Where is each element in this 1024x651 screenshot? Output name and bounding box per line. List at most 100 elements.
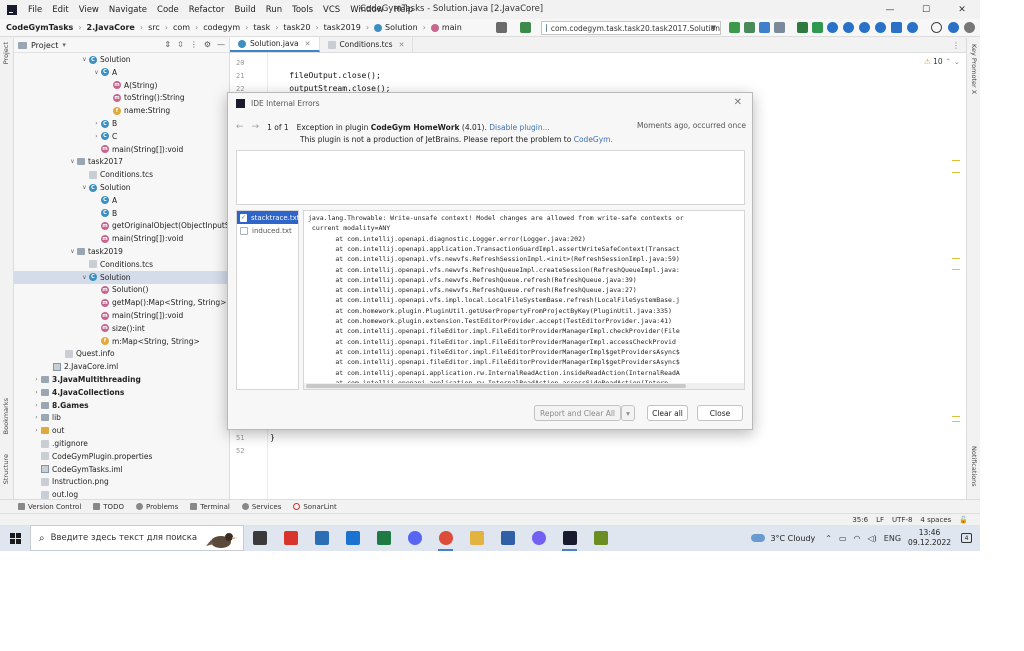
tab-solution-java[interactable]: Solution.java ✕ [230, 37, 320, 52]
taskbar-app[interactable] [523, 525, 554, 551]
tree-item[interactable]: CA [14, 194, 229, 207]
volume-icon[interactable]: ◁) [868, 534, 877, 543]
todo-list-icon[interactable] [797, 22, 808, 33]
stacktrace-view[interactable]: java.lang.Throwable: Write-unsafe contex… [303, 210, 745, 390]
taskbar-app[interactable] [399, 525, 430, 551]
menu-run[interactable]: Run [261, 5, 287, 15]
chevron-down-icon[interactable]: ∨ [92, 69, 101, 76]
chevron-right-icon[interactable]: › [32, 414, 41, 421]
bookmarks-tool-tab[interactable]: Bookmarks [2, 398, 10, 434]
chevron-down-icon[interactable]: ∨ [80, 274, 89, 281]
tree-item[interactable]: Conditions.tcs [14, 258, 229, 271]
chevron-down-icon[interactable]: ∨ [80, 56, 89, 63]
reset-icon[interactable] [907, 22, 918, 33]
gear-icon[interactable]: ⚙ [204, 40, 211, 49]
taskbar-app[interactable] [585, 525, 616, 551]
menu-view[interactable]: View [74, 5, 104, 15]
caret-position[interactable]: 35:6 [852, 516, 868, 524]
tree-item[interactable]: › lib [14, 411, 229, 424]
tree-item[interactable]: m main(String[]):void [14, 232, 229, 245]
nav-arrows-icon[interactable]: ⌃ ⌄ [945, 57, 960, 66]
tree-item[interactable]: m getOriginalObject(ObjectInputS [14, 219, 229, 232]
notification-center-icon[interactable]: 4 [961, 533, 972, 543]
file-encoding[interactable]: UTF-8 [892, 516, 912, 524]
taskbar-app[interactable] [368, 525, 399, 551]
run-configuration-select[interactable]: com.codegym.task.task20.task2017.Solutio… [541, 21, 721, 35]
taskbar-app[interactable] [244, 525, 275, 551]
breadcrumb-solution[interactable]: Solution [374, 23, 418, 32]
chevron-right-icon[interactable]: › [32, 427, 41, 434]
checkbox-icon[interactable] [240, 226, 248, 235]
tree-item[interactable]: ∨ task2017 [14, 155, 229, 168]
error-description-input[interactable] [236, 150, 745, 205]
project-tool-tab[interactable]: Project [2, 42, 10, 64]
tray-overflow-icon[interactable]: ⌃ [825, 534, 832, 543]
breadcrumb-codegym[interactable]: codegym [203, 23, 240, 32]
maximize-button[interactable]: ☐ [908, 0, 944, 19]
breadcrumb-main[interactable]: main [430, 23, 462, 32]
start-button[interactable] [0, 525, 30, 551]
chevron-right-icon[interactable]: › [92, 120, 101, 127]
tool-todo[interactable]: TODO [93, 503, 124, 511]
tool-terminal[interactable]: Terminal [190, 503, 230, 511]
upload-icon[interactable] [891, 22, 902, 33]
line-separator[interactable]: LF [876, 516, 884, 524]
clear-all-button[interactable]: Clear all [647, 405, 688, 421]
run-icon[interactable] [729, 22, 740, 33]
taskbar-app[interactable] [306, 525, 337, 551]
tree-item[interactable]: › C C [14, 130, 229, 143]
settings-icon[interactable] [964, 22, 975, 33]
codegym-report-link[interactable]: CodeGym. [574, 135, 613, 144]
next-error-arrow-icon[interactable]: → [252, 122, 260, 132]
warning-marker[interactable] [952, 160, 960, 161]
tool-version-control[interactable]: Version Control [18, 503, 81, 511]
help-icon[interactable] [875, 22, 886, 33]
menu-vcs[interactable]: VCS [318, 5, 345, 15]
chevron-right-icon[interactable]: › [32, 389, 41, 396]
tree-item[interactable]: 2.JavaCore.iml [14, 360, 229, 373]
tree-item[interactable]: CodeGymTasks.iml [14, 463, 229, 476]
structure-tool-tab[interactable]: Structure [2, 454, 10, 484]
warning-marker[interactable] [952, 269, 960, 270]
close-icon[interactable]: ✕ [305, 40, 311, 48]
tree-item[interactable]: › C B [14, 117, 229, 130]
tree-item[interactable]: m Solution() [14, 283, 229, 296]
checkbox-checked-icon[interactable]: ✓ [240, 213, 248, 222]
network-icon[interactable]: ▭ [839, 534, 847, 543]
report-options-dropdown[interactable]: ▾ [621, 405, 635, 421]
tree-item[interactable]: m toString():String [14, 91, 229, 104]
tree-item[interactable]: CB [14, 207, 229, 220]
tree-item[interactable]: m main(String[]):void [14, 143, 229, 156]
attachment-stacktrace[interactable]: ✓ stacktrace.txt [237, 211, 300, 224]
profile-icon[interactable] [774, 22, 785, 33]
tree-item[interactable]: ∨ C A [14, 66, 229, 79]
tree-item[interactable]: m getMap():Map<String, String> [14, 296, 229, 309]
menu-build[interactable]: Build [229, 5, 260, 15]
tree-item[interactable]: ∨ C Solution [14, 181, 229, 194]
warning-marker[interactable] [952, 421, 960, 422]
notifications-tool-tab[interactable]: Notifications [970, 446, 978, 487]
search-icon[interactable] [931, 22, 942, 33]
vcs-user-icon[interactable] [496, 22, 507, 33]
key-promoter-tool-tab[interactable]: Key Promoter X [970, 44, 978, 94]
taskbar-app[interactable] [275, 525, 306, 551]
clock[interactable]: 13:46 09.12.2022 [908, 528, 951, 548]
horizontal-scrollbar[interactable] [304, 383, 744, 389]
tab-conditions-tcs[interactable]: Conditions.tcs ✕ [320, 37, 414, 52]
coverage-icon[interactable] [759, 22, 770, 33]
tree-item[interactable]: Quest.info [14, 347, 229, 360]
tab-options-icon[interactable]: ⋮ [952, 41, 960, 50]
breadcrumb-com[interactable]: com [173, 23, 190, 32]
weather-widget[interactable]: 3°C Cloudy [751, 534, 815, 543]
search-refresh-icon[interactable] [827, 22, 838, 33]
build-hammer-icon[interactable] [520, 22, 531, 33]
menu-edit[interactable]: Edit [47, 5, 73, 15]
verify-check-icon[interactable] [812, 22, 823, 33]
chevron-down-icon[interactable]: ∨ [68, 248, 77, 255]
indent-setting[interactable]: 4 spaces [920, 516, 951, 524]
previous-error-arrow-icon[interactable]: ← [236, 122, 244, 132]
breadcrumb-task[interactable]: task [253, 23, 270, 32]
chevron-down-icon[interactable]: ∨ [68, 158, 77, 165]
warning-marker[interactable] [952, 258, 960, 259]
tree-item[interactable]: f name:String [14, 104, 229, 117]
